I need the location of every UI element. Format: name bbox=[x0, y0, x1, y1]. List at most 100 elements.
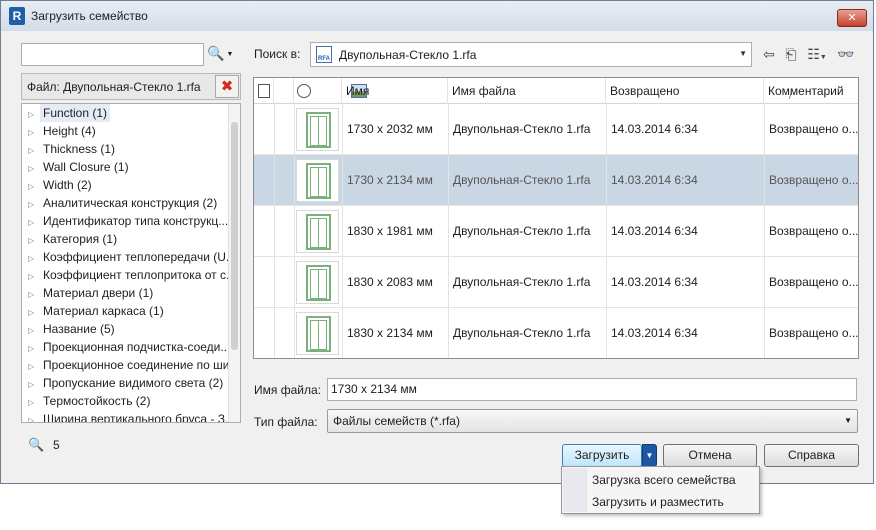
tree-item[interactable]: ▷ Пропускание видимого света (2) bbox=[22, 374, 240, 392]
result-count: 5 bbox=[53, 438, 60, 452]
load-options-menu: Загрузка всего семейства Загрузить и раз… bbox=[561, 466, 760, 514]
table-row[interactable]: 1830 x 2134 мм Двупольная-Стекло 1.rfa 14.… bbox=[254, 308, 858, 358]
tree-item-label: Wall Closure (1) bbox=[43, 160, 129, 174]
menu-item-load-all[interactable]: Загрузка всего семейства bbox=[592, 469, 736, 491]
look-in-label: Поиск в: bbox=[254, 47, 301, 61]
tree-item-label: Термостойкость (2) bbox=[43, 394, 151, 408]
header-status-col[interactable] bbox=[274, 78, 311, 104]
chevron-down-icon: ▼ bbox=[645, 451, 654, 460]
rfa-file-icon: RFA bbox=[316, 46, 332, 63]
column-divider bbox=[274, 206, 275, 256]
look-in-dropdown[interactable]: RFA Двупольная-Стекло 1.rfa ▼ bbox=[310, 42, 752, 67]
folder-up-icon[interactable]: ⎗ bbox=[782, 43, 800, 65]
cell-date: 14.03.2014 6:34 bbox=[611, 122, 698, 136]
tree-item[interactable]: ▷ Аналитическая конструкция (2) bbox=[22, 194, 240, 212]
header-file-name-label: Имя файла bbox=[452, 84, 516, 98]
tree-item[interactable]: ▷ Thickness (1) bbox=[22, 140, 240, 158]
clear-filter-button[interactable]: ✖ bbox=[215, 75, 239, 98]
magnifier-icon: 🔍 bbox=[207, 45, 225, 61]
parameter-tree[interactable]: ▷ Function (1) ▷ Height (4) ▷ Thickness (1) ▷ W… bbox=[21, 103, 241, 423]
grid-header: Имя Имя файла / Возвращено Комментарий bbox=[254, 78, 858, 104]
search-button[interactable]: 🔍 ▼ bbox=[204, 43, 240, 66]
file-name-input[interactable]: 1730 x 2134 мм bbox=[327, 378, 857, 401]
binoculars-icon[interactable]: 👓 bbox=[836, 43, 856, 65]
close-button[interactable]: ✕ bbox=[837, 9, 867, 27]
tree-scrollbar-thumb[interactable] bbox=[231, 122, 238, 350]
tree-item-label: Аналитическая конструкция (2) bbox=[43, 196, 218, 210]
tree-item-label: Материал каркаса (1) bbox=[43, 304, 164, 318]
tree-item[interactable]: ▷ Function (1) bbox=[22, 104, 240, 122]
file-type-dropdown[interactable]: Файлы семейств (*.rfa) ▼ bbox=[327, 409, 858, 433]
view-menu-icon[interactable]: ☷▼ bbox=[804, 43, 830, 65]
tree-item[interactable]: ▷ Проекционное соединение по ши... bbox=[22, 356, 240, 374]
column-divider bbox=[274, 308, 275, 358]
door-preview bbox=[296, 261, 339, 304]
tree-item[interactable]: ▷ Идентификатор типа конструкц... bbox=[22, 212, 240, 230]
tree-item[interactable]: ▷ Ширина вертикального бруса - З... bbox=[22, 410, 240, 422]
table-row[interactable]: 1830 x 2083 мм Двупольная-Стекло 1.rfa 14.… bbox=[254, 257, 858, 308]
tree-item[interactable]: ▷ Материал каркаса (1) bbox=[22, 302, 240, 320]
tree-item-label: Thickness (1) bbox=[43, 142, 116, 156]
menu-item-load-and-place[interactable]: Загрузить и разместить bbox=[592, 491, 724, 513]
file-name-label: Имя файла: bbox=[254, 383, 321, 397]
tree-item[interactable]: ▷ Термостойкость (2) bbox=[22, 392, 240, 410]
tree-item[interactable]: ▷ Категория (1) bbox=[22, 230, 240, 248]
tree-item[interactable]: ▷ Wall Closure (1) bbox=[22, 158, 240, 176]
cell-file: Двупольная-Стекло 1.rfa bbox=[453, 326, 591, 340]
table-row[interactable]: 1730 x 2134 мм Двупольная-Стекло 1.rfa 14.… bbox=[254, 155, 858, 206]
tree-item[interactable]: ▷ Коэффициент теплопритока от с... bbox=[22, 266, 240, 284]
column-divider bbox=[294, 155, 295, 205]
header-checkin-col[interactable] bbox=[254, 78, 274, 104]
search-input[interactable] bbox=[21, 43, 204, 66]
load-family-dialog: R Загрузить семейство ✕ 🔍 ▼ Файл: Двуполь… bbox=[0, 0, 874, 484]
cell-name: 1830 x 2134 мм bbox=[347, 326, 433, 340]
header-preview-col[interactable] bbox=[294, 78, 367, 104]
column-divider bbox=[294, 308, 295, 358]
tree-item[interactable]: ▷ Height (4) bbox=[22, 122, 240, 140]
types-grid: Имя Имя файла / Возвращено Комментарий 17… bbox=[253, 77, 859, 359]
revit-logo-icon: R bbox=[9, 7, 25, 25]
door-preview bbox=[296, 210, 339, 253]
column-divider bbox=[294, 257, 295, 307]
tree-item[interactable]: ▷ Коэффициент теплопередачи (U... bbox=[22, 248, 240, 266]
load-options-button[interactable]: ▼ bbox=[642, 444, 657, 467]
tree-scrollbar[interactable] bbox=[228, 104, 240, 422]
cell-comment: Возвращено о... bbox=[769, 173, 858, 187]
cell-comment: Возвращено о... bbox=[769, 275, 858, 289]
tree-item[interactable]: ▷ Width (2) bbox=[22, 176, 240, 194]
cell-comment: Возвращено о... bbox=[769, 224, 858, 238]
file-type-label: Тип файла: bbox=[254, 415, 318, 429]
double-door-icon bbox=[306, 214, 331, 250]
cancel-button[interactable]: Отмена bbox=[663, 444, 757, 467]
table-row[interactable]: 1830 x 1981 мм Двупольная-Стекло 1.rfa 14.… bbox=[254, 206, 858, 257]
header-comment[interactable]: Комментарий bbox=[764, 78, 858, 104]
double-door-icon bbox=[306, 265, 331, 301]
tree-item-label: Название (5) bbox=[43, 322, 115, 336]
door-preview bbox=[296, 159, 339, 202]
tree-item-label: Function (1) bbox=[40, 104, 111, 122]
cell-comment: Возвращено о... bbox=[769, 122, 858, 136]
look-in-value: Двупольная-Стекло 1.rfa bbox=[339, 48, 477, 62]
door-preview bbox=[296, 312, 339, 355]
double-door-icon bbox=[306, 316, 331, 352]
header-name[interactable]: Имя bbox=[342, 78, 448, 104]
load-button[interactable]: Загрузить bbox=[562, 444, 642, 467]
table-row[interactable]: 1730 x 2032 мм Двупольная-Стекло 1.rfa 14.… bbox=[254, 104, 858, 155]
expand-arrow-icon[interactable]: ▷ bbox=[28, 412, 40, 422]
tree-item-label: Height (4) bbox=[43, 124, 96, 138]
cell-date: 14.03.2014 6:34 bbox=[611, 173, 698, 187]
cell-comment: Возвращено о... bbox=[769, 326, 858, 340]
header-returned[interactable]: Возвращено bbox=[606, 78, 764, 104]
double-door-icon bbox=[306, 163, 331, 199]
help-button[interactable]: Справка bbox=[764, 444, 859, 467]
door-preview bbox=[296, 108, 339, 151]
tree-item-label: Пропускание видимого света (2) bbox=[43, 376, 224, 390]
chevron-down-icon: ▼ bbox=[226, 50, 234, 58]
active-filter: Файл: Двупольная-Стекло 1.rfa ✖ bbox=[21, 73, 241, 100]
tree-item[interactable]: ▷ Проекционная подчистка-соеди... bbox=[22, 338, 240, 356]
header-file-name[interactable]: Имя файла / bbox=[448, 78, 792, 104]
tree-item[interactable]: ▷ Название (5) bbox=[22, 320, 240, 338]
tree-item-label: Проекционное соединение по ши... bbox=[43, 358, 240, 372]
tree-item[interactable]: ▷ Материал двери (1) bbox=[22, 284, 240, 302]
back-arrow-icon[interactable]: ⇦ bbox=[760, 43, 778, 65]
